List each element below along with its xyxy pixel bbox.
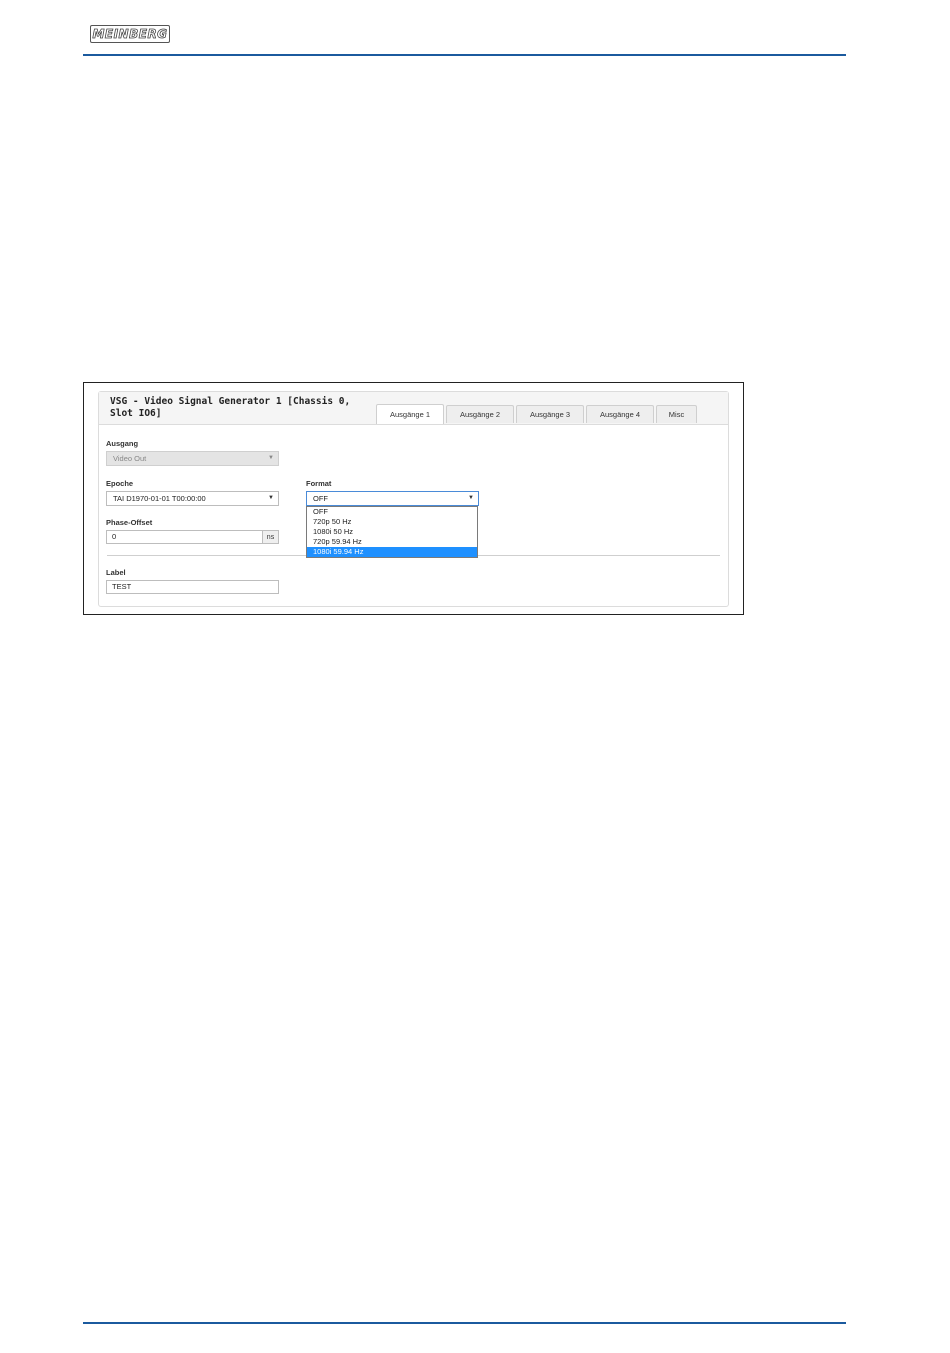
chevron-down-icon: ▼ bbox=[268, 455, 274, 461]
phase-offset-label: Phase-Offset bbox=[106, 518, 153, 527]
tab-ausgaenge-3[interactable]: Ausgänge 3 bbox=[516, 405, 584, 423]
phase-offset-unit: ns bbox=[262, 530, 279, 544]
tab-ausgaenge-2[interactable]: Ausgänge 2 bbox=[446, 405, 514, 423]
format-option-1080i-5994[interactable]: 1080i 59.94 Hz bbox=[307, 547, 477, 557]
epoche-value: TAI D1970-01-01 T00:00:00 bbox=[113, 494, 206, 503]
ausgang-value: Video Out bbox=[113, 454, 147, 463]
vsg-panel: VSG - Video Signal Generator 1 [Chassis … bbox=[98, 391, 729, 607]
label-input[interactable]: TEST bbox=[106, 580, 279, 594]
format-select[interactable]: OFF ▼ bbox=[306, 491, 479, 506]
format-value: OFF bbox=[313, 494, 328, 503]
ausgang-label: Ausgang bbox=[106, 439, 139, 448]
format-option-720p-5994[interactable]: 720p 59.94 Hz bbox=[307, 537, 477, 547]
ausgang-select: Video Out ▼ bbox=[106, 451, 279, 466]
chevron-down-icon: ▼ bbox=[268, 495, 274, 501]
format-option-off[interactable]: OFF bbox=[307, 507, 477, 517]
epoche-select[interactable]: TAI D1970-01-01 T00:00:00 ▼ bbox=[106, 491, 279, 506]
format-option-720p-50[interactable]: 720p 50 Hz bbox=[307, 517, 477, 527]
tab-bar: Ausgänge 1 Ausgänge 2 Ausgänge 3 Ausgäng… bbox=[376, 404, 699, 425]
tab-misc[interactable]: Misc bbox=[656, 405, 697, 423]
format-option-1080i-50[interactable]: 1080i 50 Hz bbox=[307, 527, 477, 537]
chevron-down-icon: ▼ bbox=[468, 495, 474, 501]
tab-ausgaenge-1[interactable]: Ausgänge 1 bbox=[376, 404, 444, 424]
panel-header: VSG - Video Signal Generator 1 [Chassis … bbox=[99, 392, 728, 425]
format-label: Format bbox=[306, 479, 332, 488]
screenshot-frame: VSG - Video Signal Generator 1 [Chassis … bbox=[83, 382, 744, 615]
format-dropdown-list: OFF 720p 50 Hz 1080i 50 Hz 720p 59.94 Hz… bbox=[306, 506, 478, 558]
phase-offset-input[interactable]: 0 bbox=[106, 530, 263, 544]
footer-rule bbox=[83, 1322, 846, 1324]
epoche-label: Epoche bbox=[106, 479, 134, 488]
label-field-label: Label bbox=[106, 568, 126, 577]
meinberg-logo: MEINBERG bbox=[90, 25, 170, 43]
tab-ausgaenge-4[interactable]: Ausgänge 4 bbox=[586, 405, 654, 423]
header-rule bbox=[83, 54, 846, 56]
panel-title: VSG - Video Signal Generator 1 [Chassis … bbox=[110, 396, 351, 419]
